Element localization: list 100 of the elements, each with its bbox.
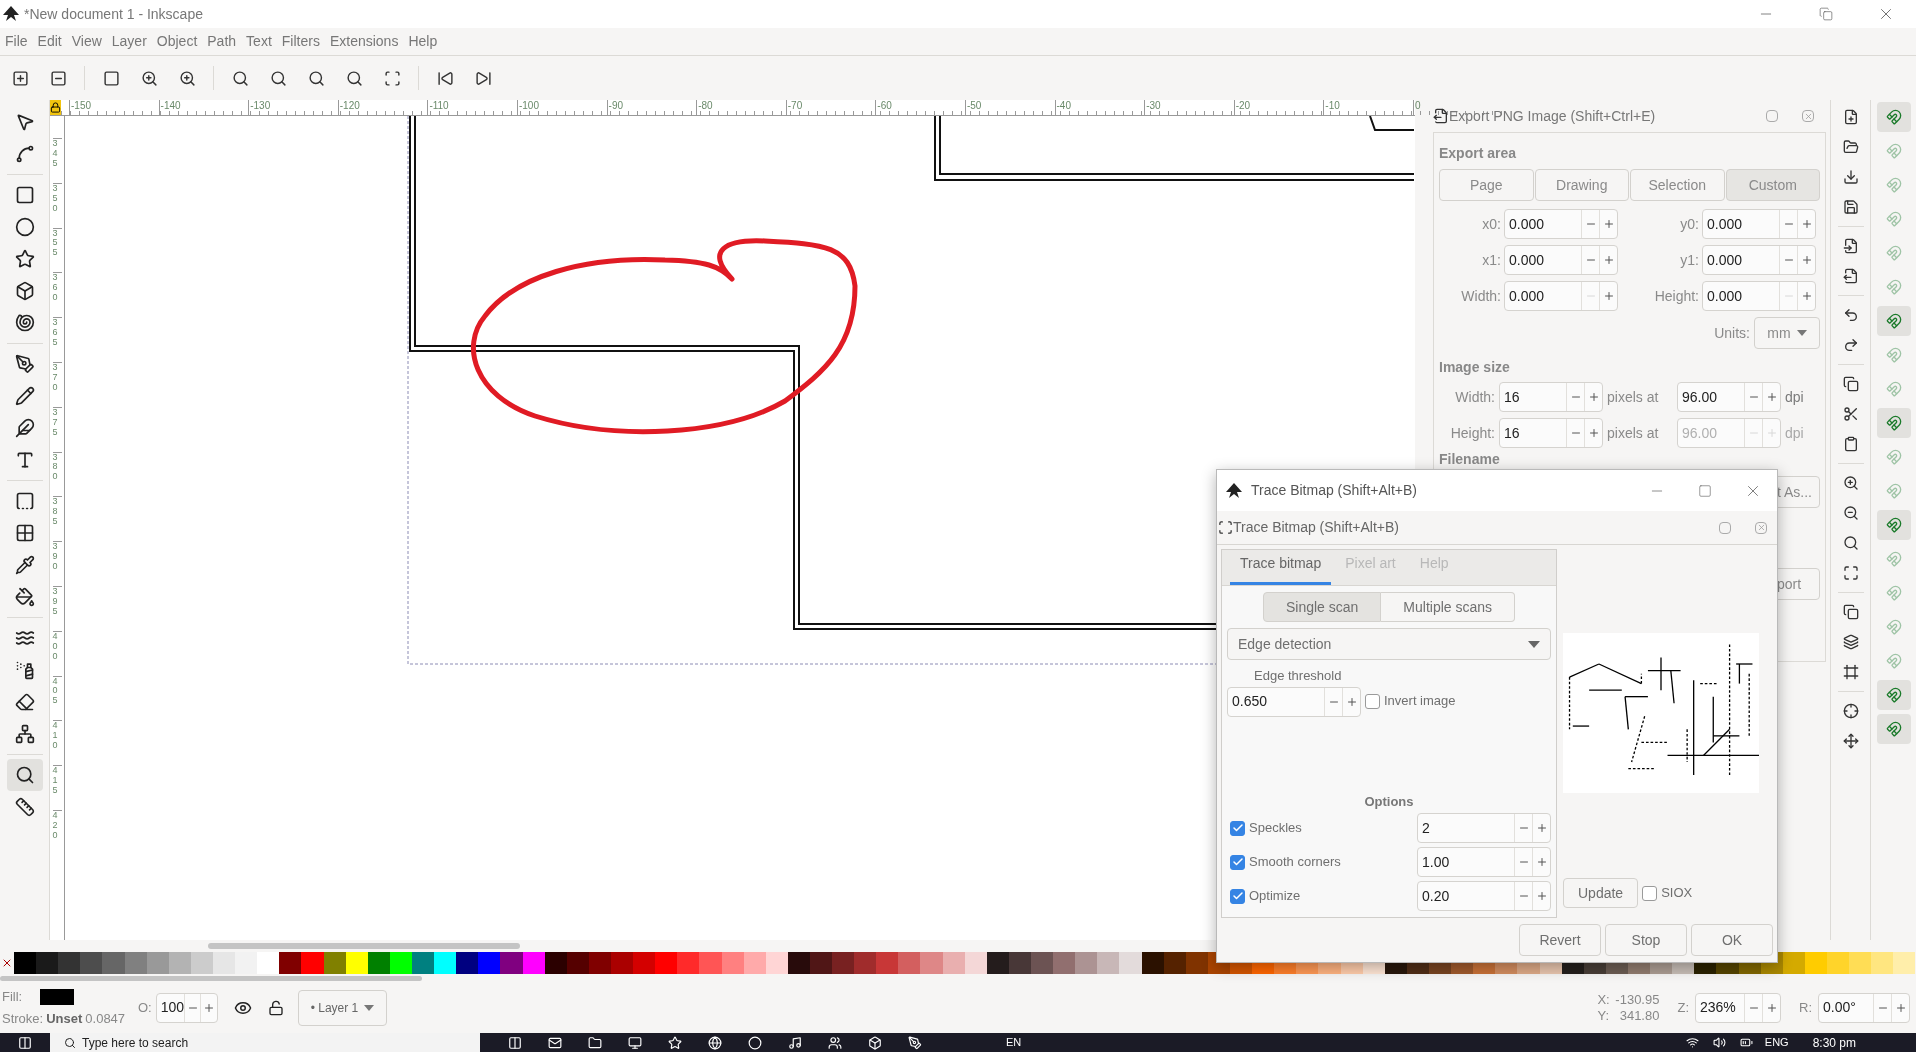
unit-label: dpi [1785,387,1804,407]
ruler-label: 395 [52,585,62,631]
threshold-label: Edge threshold [1254,667,1342,685]
menu-item[interactable]: View [66,31,107,52]
mode-dropdown[interactable]: Edge detection [1227,628,1551,660]
scan-mode-button[interactable]: Single scan [1262,592,1382,622]
number-field[interactable]: 0.000 [1504,281,1618,311]
field-label: x0: [1481,214,1501,234]
number-field[interactable]: 1.00 [1417,847,1551,877]
ruler-label: -90 [606,100,697,115]
panel-title: Trace Bitmap (Shift+Alt+B) [1233,518,1399,537]
language-indicator[interactable]: EN [1006,1034,1022,1051]
field-label: y0: [1679,214,1699,234]
ruler-label: -120 [337,100,428,115]
number-field[interactable]: 0.000 [1504,209,1618,239]
ruler-label: 390 [52,541,62,586]
number-field[interactable]: 0.20 [1417,881,1551,911]
field-label: y1: [1679,250,1699,270]
number-field[interactable]: 0.000 [1702,245,1816,275]
menu-item[interactable]: File [0,31,33,52]
scan-mode-button[interactable]: Multiple scans [1381,592,1516,622]
menu-item[interactable]: Text [241,31,277,52]
field-label: Units: [1714,323,1750,343]
area-tab[interactable]: Selection [1630,169,1725,201]
units-dropdown[interactable]: mm [1754,317,1820,349]
stroke-value: Unset [46,1009,83,1028]
number-field[interactable]: 0.00° [1818,992,1910,1023]
ruler-label: 415 [52,765,62,810]
ruler-label: 375 [52,406,62,452]
fill-label: Fill: [2,988,23,1006]
menu-item[interactable]: Extensions [324,31,404,52]
area-tab[interactable]: Custom [1725,169,1820,201]
dialog-button[interactable]: Revert [1519,924,1601,956]
ruler-label: 385 [52,496,62,542]
rotation-label: R: [1799,998,1812,1017]
keyboard-indicator[interactable]: ENG [1764,1034,1789,1051]
ruler-label: 365 [52,317,62,362]
field-label: Width: [1460,286,1501,306]
section-heading: Export area [1439,144,1518,163]
ruler-label: -30 [1144,100,1234,115]
number-field[interactable]: 2 [1417,813,1551,843]
ruler-label: 400 [52,630,62,676]
field-label: Width: [1454,387,1495,407]
number-field[interactable]: 0.000 [1504,245,1618,275]
clock[interactable]: 8:30 pm [1812,1033,1856,1052]
menu-item[interactable]: Path [202,31,242,52]
number-field[interactable]: 100 [155,992,218,1023]
ruler-label: -80 [696,100,786,115]
checkbox-label: Invert image [1384,691,1456,710]
field-label: x1: [1481,250,1501,270]
section-heading: Filename [1439,452,1501,466]
number-field[interactable]: 96.00 [1677,382,1781,412]
ruler-label: -70 [785,100,876,115]
option-label: Optimize [1249,887,1302,906]
menu-item[interactable]: Help [403,31,443,52]
dialog-tab[interactable]: Trace bitmap [1230,553,1332,585]
number-field[interactable]: 16 [1499,418,1603,448]
coordinate-label: Y: [1597,1007,1610,1024]
ruler-label: 360 [52,272,62,318]
menu-item[interactable]: Edit [32,31,67,52]
field-label: pixels at [1607,423,1660,443]
dialog-button[interactable]: OK [1691,924,1773,956]
number-field[interactable]: 0.000 [1702,281,1816,311]
window-title: *New document 1 - Inkscape [24,4,203,24]
update-button[interactable]: Update [1563,878,1639,908]
ruler-label: -60 [875,100,965,115]
ruler-label: -40 [1054,100,1145,115]
ruler-label: -130 [248,100,338,115]
ruler-label: -100 [516,100,607,115]
zoom-label: Z: [1677,998,1689,1017]
ruler-label: 420 [52,809,62,855]
layer-dropdown[interactable]: • Layer 1 [297,989,388,1026]
number-field[interactable]: 16 [1499,382,1603,412]
number-field[interactable]: 0.000 [1702,209,1816,239]
ruler-label: 350 [52,182,62,228]
field-label: Height: [1449,423,1495,443]
area-tab[interactable]: Page [1439,169,1534,201]
unit-label: dpi [1785,423,1804,443]
ruler-label: 345 [52,138,62,183]
checkbox-label: SIOX [1661,884,1693,903]
ruler-label: -20 [1233,100,1324,115]
stroke-label: Stroke: [2,1009,44,1028]
dialog-button[interactable]: Stop [1605,924,1687,956]
menu-item[interactable]: Object [151,31,203,52]
coordinate-value: 341.80 [1618,1007,1660,1024]
window-title: Trace Bitmap (Shift+Alt+B) [1251,481,1417,500]
menu-item[interactable]: Layer [106,31,152,52]
coordinate-label: X: [1597,991,1611,1008]
ruler-label: 370 [52,362,62,407]
menu-item[interactable]: Filters [276,31,325,52]
coordinate-value: -130.95 [1614,991,1660,1008]
area-tab[interactable]: Drawing [1534,169,1629,201]
option-label: Speckles [1249,819,1303,838]
number-field[interactable]: 236% [1695,992,1781,1023]
field-label: pixels at [1607,387,1660,407]
ruler-label: 405 [52,675,62,721]
number-field[interactable]: 0.650 [1227,686,1361,717]
option-label: Smooth corners [1249,853,1342,872]
ruler-label: -150 [69,100,159,115]
ruler-label: 355 [52,227,62,273]
